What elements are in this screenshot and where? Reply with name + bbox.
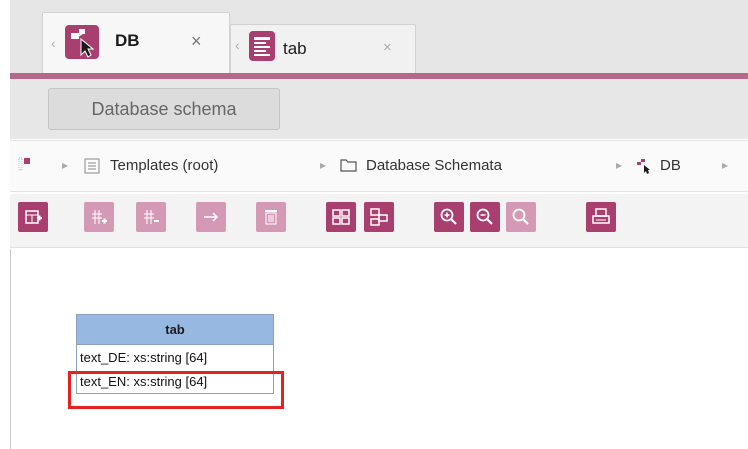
database-schema-button[interactable]: Database schema	[48, 88, 280, 130]
zoom-out-button[interactable]	[470, 202, 500, 232]
delete-button[interactable]	[256, 202, 286, 232]
print-button[interactable]	[586, 202, 616, 232]
toolbar	[10, 194, 748, 248]
tab-tab[interactable]: ‹ tab ×	[230, 24, 416, 74]
breadcrumb-separator: ▸	[62, 158, 69, 172]
breadcrumb: ▸ Templates (root) ▸ Database Schemata ▸…	[10, 140, 748, 192]
add-table-button[interactable]	[18, 202, 48, 232]
add-table-icon	[25, 210, 42, 224]
breadcrumb-label: Database Schemata	[366, 157, 502, 174]
tab-db[interactable]: ‹ DB ×	[42, 12, 230, 74]
highlight-box	[68, 371, 284, 409]
auto-layout-icon	[370, 208, 388, 226]
close-icon[interactable]: ×	[383, 39, 392, 56]
tab-scroll-left-arrow[interactable]: ‹	[51, 35, 56, 51]
grid-layout-icon	[332, 209, 350, 225]
breadcrumb-db[interactable]: DB	[636, 157, 681, 174]
tab-label: tab	[283, 39, 307, 58]
table-template-icon	[249, 31, 275, 61]
zoom-reset-icon	[512, 208, 529, 225]
folder-icon	[340, 159, 357, 172]
zoom-in-button[interactable]	[434, 202, 464, 232]
add-relation-button[interactable]	[196, 202, 226, 232]
breadcrumb-separator: ▸	[722, 158, 729, 172]
breadcrumb-separator: ▸	[320, 158, 327, 172]
arrow-right-icon	[204, 212, 219, 222]
templates-icon	[84, 158, 100, 173]
table-column-text-de[interactable]: text_DE: xs:string [64]	[77, 345, 273, 369]
add-column-icon	[92, 210, 107, 224]
db-schema-icon	[637, 158, 650, 174]
add-column-button[interactable]	[84, 202, 114, 232]
table-entity-title[interactable]: tab	[77, 315, 273, 345]
zoom-reset-button[interactable]	[506, 202, 536, 232]
layout-grid-button[interactable]	[326, 202, 356, 232]
breadcrumb-label: DB	[660, 157, 681, 174]
remove-column-button[interactable]	[136, 202, 166, 232]
breadcrumb-root[interactable]	[18, 157, 40, 171]
breadcrumb-database-schemata[interactable]: Database Schemata	[340, 157, 502, 174]
zoom-in-icon	[440, 208, 457, 225]
breadcrumb-separator: ▸	[616, 158, 623, 172]
close-icon[interactable]: ×	[191, 31, 202, 52]
tab-label: DB	[115, 31, 140, 50]
db-schema-icon	[65, 25, 99, 59]
trash-icon	[265, 210, 277, 225]
breadcrumb-templates[interactable]: Templates (root)	[84, 157, 218, 174]
print-icon	[592, 208, 610, 224]
zoom-out-icon	[476, 208, 493, 225]
remove-column-icon	[144, 210, 159, 224]
tab-scroll-left-arrow[interactable]: ‹	[235, 37, 240, 53]
root-icon	[18, 157, 30, 171]
layout-auto-button[interactable]	[364, 202, 394, 232]
breadcrumb-label: Templates (root)	[110, 157, 219, 174]
